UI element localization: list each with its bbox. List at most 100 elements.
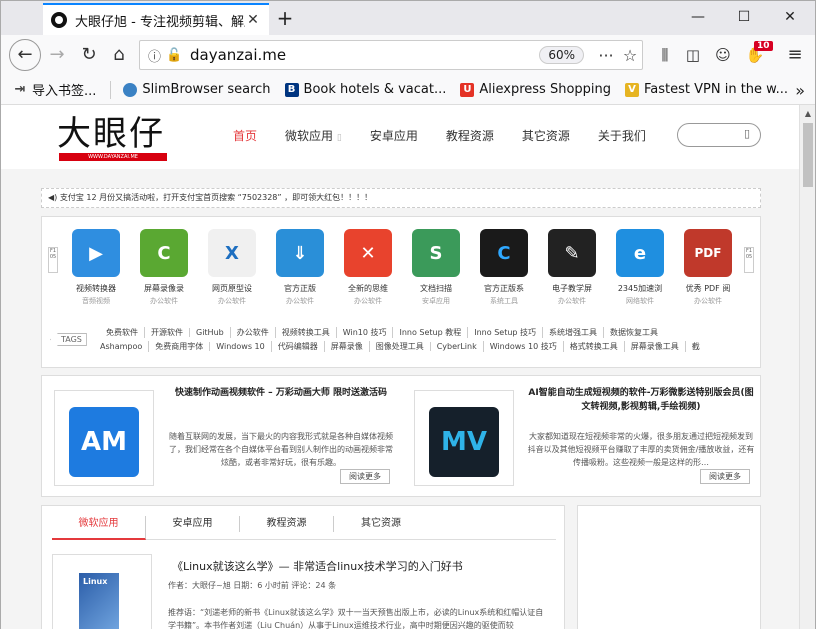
app-name[interactable]: 文档扫描 <box>402 283 470 294</box>
tag-link[interactable]: Windows 10 技巧 <box>482 341 563 352</box>
insecure-lock-icon[interactable]: 🔓 <box>166 48 184 63</box>
tag-link[interactable]: 图像处理工具 <box>368 341 430 352</box>
site-search-input[interactable]: ▯ <box>677 123 761 147</box>
scrollbar-thumb[interactable] <box>803 123 813 187</box>
feature-thumbnail[interactable]: MV <box>414 390 514 486</box>
nav-other-resources[interactable]: 其它资源 <box>522 127 570 144</box>
site-logo[interactable]: 大眼仔 WWW.DAYANZAI.ME <box>57 115 169 161</box>
app-name[interactable]: 官方正版 <box>266 283 334 294</box>
app-item[interactable]: C 屏幕录像录 办公软件 <box>130 229 198 306</box>
tag-link[interactable]: Inno Setup 教程 <box>392 327 467 338</box>
tab-tutorials[interactable]: 教程资源 <box>240 516 334 532</box>
app-name[interactable]: 网页原型设 <box>198 283 266 294</box>
zoom-indicator[interactable]: 60% <box>539 46 584 64</box>
page-scrollbar[interactable]: ▲ <box>799 105 815 629</box>
app-icon[interactable]: X <box>208 229 256 277</box>
app-icon[interactable]: ✎ <box>548 229 596 277</box>
active-tab[interactable]: 大眼仔旭 - 专注视频剪辑、解压 ✕ <box>43 3 269 35</box>
tag-link[interactable]: 办公软件 <box>229 327 275 338</box>
url-text[interactable]: dayanzai.me <box>184 46 539 64</box>
tab-other-resources[interactable]: 其它资源 <box>334 516 428 532</box>
app-icon[interactable]: S <box>412 229 460 277</box>
back-button[interactable]: ← <box>9 39 41 71</box>
nav-home[interactable]: 首页 <box>233 127 257 144</box>
tag-link[interactable]: Windows 10 <box>209 342 270 351</box>
notice-banner[interactable]: ◀) 支付宝 12 月份又搞活动啦，打开支付宝首页搜索 “7502328” ，即… <box>41 188 761 208</box>
tag-link[interactable]: 数据恢复工具 <box>603 327 664 338</box>
scroll-up-arrow[interactable]: ▲ <box>800 109 816 118</box>
nav-microsoft-apps[interactable]: 微软应用 ▯ <box>285 127 342 144</box>
nav-tutorials[interactable]: 教程资源 <box>446 127 494 144</box>
close-window-button[interactable]: ✕ <box>767 1 813 33</box>
search-icon[interactable]: ▯ <box>744 127 750 140</box>
app-item[interactable]: C 官方正版系 系统工具 <box>470 229 538 306</box>
feature-card[interactable]: AM 快速制作动画视频软件 – 万彩动画大师 限时送激活码 随着互联网的发展，当… <box>54 386 400 486</box>
app-item[interactable]: ✎ 电子教学屏 办公软件 <box>538 229 606 306</box>
app-item[interactable]: PDF 优秀 PDF 阅办公软件 <box>674 229 742 306</box>
app-icon[interactable]: PDF <box>684 229 732 277</box>
tag-link[interactable]: 免费商用字体 <box>148 341 209 352</box>
nav-android-apps[interactable]: 安卓应用 <box>370 127 418 144</box>
article-title[interactable]: 《Linux就该这么学》— 非常适合linux技术学习的入门好书 <box>172 558 463 574</box>
feature-card[interactable]: MV AI智能自动生成短视频的软件-万彩微影送特别版会员(图文转视频,影视剪辑,… <box>414 386 760 486</box>
reload-button[interactable]: ↻ <box>75 41 103 69</box>
more-bookmarks-icon[interactable]: » <box>795 81 805 100</box>
app-name[interactable]: 优秀 PDF 阅 <box>674 283 742 294</box>
bookmark-slimbrowser[interactable]: SlimBrowser search <box>123 82 271 97</box>
app-name[interactable]: 视频转换器 <box>62 283 130 294</box>
read-more-button[interactable]: 阅读更多 <box>700 469 750 484</box>
app-icon[interactable]: ⇓ <box>276 229 324 277</box>
tag-link[interactable]: GitHub <box>189 328 230 337</box>
app-item[interactable]: ▶ 视频转换器 音频视频 <box>62 229 130 306</box>
app-icon[interactable]: ✕ <box>344 229 392 277</box>
tag-link[interactable]: 代码编辑器 <box>270 341 324 352</box>
tag-link[interactable]: Win10 技巧 <box>335 327 393 338</box>
bookmark-vpn[interactable]: V Fastest VPN in the w... <box>625 82 788 97</box>
bookmark-star-icon[interactable]: ☆ <box>618 46 642 65</box>
app-icon[interactable]: C <box>140 229 188 277</box>
apps-prev-arrow[interactable]: F1 05 <box>48 247 58 273</box>
app-item[interactable]: ✕ 全新的思维 办公软件 <box>334 229 402 306</box>
app-icon[interactable]: ▶ <box>72 229 120 277</box>
url-bar[interactable]: ⓘ 🔓 dayanzai.me 60% ··· ☆ <box>139 40 643 70</box>
tag-link[interactable]: 开源软件 <box>144 327 189 338</box>
account-icon[interactable]: ☺ <box>709 41 737 69</box>
tab-android-apps[interactable]: 安卓应用 <box>146 516 240 532</box>
tag-link[interactable]: 格式转换工具 <box>562 341 624 352</box>
app-name[interactable]: 电子教学屏 <box>538 283 606 294</box>
home-button[interactable]: ⌂ <box>105 41 133 69</box>
app-item[interactable]: S 文档扫描 安卓应用 <box>402 229 470 306</box>
bookmark-booking[interactable]: B Book hotels & vacat... <box>284 82 446 97</box>
tag-link[interactable]: 屏幕录像 <box>323 341 369 352</box>
app-name[interactable]: 屏幕录像录 <box>130 283 198 294</box>
bookmark-aliexpress[interactable]: U Aliexpress Shopping <box>460 82 611 97</box>
app-item[interactable]: X 网页原型设 办公软件 <box>198 229 266 306</box>
page-actions-icon[interactable]: ··· <box>594 46 618 65</box>
article-thumbnail[interactable]: Linux <box>52 554 152 629</box>
tag-link[interactable]: CyberLink <box>429 342 483 351</box>
app-name[interactable]: 官方正版系 <box>470 283 538 294</box>
tag-link[interactable]: 免费软件 <box>100 327 144 338</box>
tag-link[interactable]: 屏幕录像工具 <box>623 341 685 352</box>
feature-title[interactable]: 快速制作动画视频软件 – 万彩动画大师 限时送激活码 <box>166 386 396 400</box>
app-icon[interactable]: e <box>616 229 664 277</box>
bookmark-import[interactable]: ⇥ 导入书签... <box>13 80 97 99</box>
tag-link[interactable]: 系统增强工具 <box>542 327 603 338</box>
info-icon[interactable]: ⓘ <box>148 46 166 65</box>
tag-link[interactable]: Inno Setup 技巧 <box>467 327 542 338</box>
sidebar-icon[interactable]: ◫ <box>679 41 707 69</box>
apps-next-arrow[interactable]: F1 05 <box>744 247 754 273</box>
read-more-button[interactable]: 阅读更多 <box>340 469 390 484</box>
minimize-button[interactable]: — <box>675 1 721 33</box>
tag-link[interactable]: Ashampoo <box>94 342 148 351</box>
tag-link[interactable]: 视频转换工具 <box>274 327 336 338</box>
nav-about[interactable]: 关于我们 <box>598 127 646 144</box>
feature-title[interactable]: AI智能自动生成短视频的软件-万彩微影送特别版会员(图文转视频,影视剪辑,手绘视… <box>526 386 756 414</box>
app-item[interactable]: e 2345加速浏 网络软件 <box>606 229 674 306</box>
feature-thumbnail[interactable]: AM <box>54 390 154 486</box>
forward-button[interactable]: → <box>43 41 71 69</box>
app-icon[interactable]: C <box>480 229 528 277</box>
maximize-button[interactable]: ☐ <box>721 1 767 33</box>
new-tab-button[interactable]: + <box>273 7 297 31</box>
tab-close-icon[interactable]: ✕ <box>245 12 261 28</box>
